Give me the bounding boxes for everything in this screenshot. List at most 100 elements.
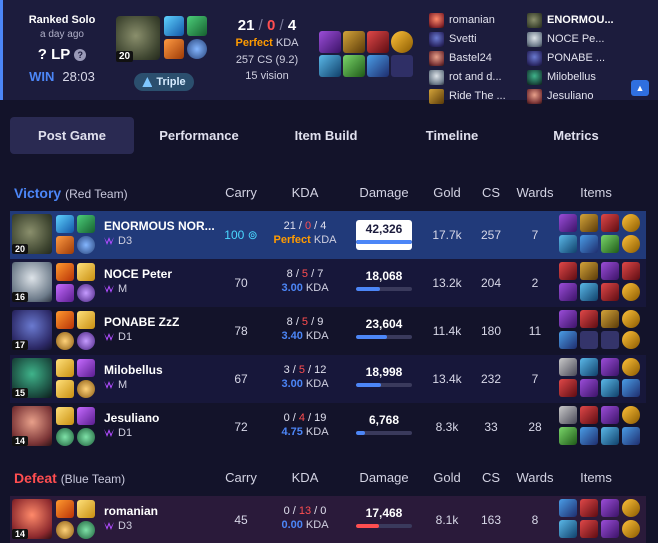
item-icon[interactable] xyxy=(559,214,577,232)
roster-player[interactable]: Svetti xyxy=(429,31,521,47)
item-icon[interactable] xyxy=(580,499,598,517)
rune-icon[interactable] xyxy=(77,236,95,254)
item-icon[interactable] xyxy=(622,331,640,349)
item-icon[interactable] xyxy=(580,310,598,328)
tab-metrics[interactable]: Metrics xyxy=(516,117,636,154)
summoner-spell-icon[interactable] xyxy=(56,332,74,350)
item-icon[interactable] xyxy=(580,379,598,397)
tab-item-build[interactable]: Item Build xyxy=(264,117,388,154)
rune-icon[interactable] xyxy=(77,500,95,518)
roster-player[interactable]: PONABE ... xyxy=(527,50,627,66)
summoner-spell-icon[interactable] xyxy=(56,215,74,233)
item-icon[interactable] xyxy=(601,262,619,280)
col-wards[interactable]: Wards xyxy=(516,185,553,200)
item-icon[interactable] xyxy=(601,499,619,517)
item-icon[interactable] xyxy=(622,235,640,253)
player-name[interactable]: romanian xyxy=(104,504,216,518)
item-icon[interactable] xyxy=(559,331,577,349)
summoner-spell-icon[interactable] xyxy=(56,284,74,302)
item-icon[interactable] xyxy=(559,499,577,517)
clover-rune-icon[interactable] xyxy=(187,16,207,36)
item-icon[interactable] xyxy=(622,499,640,517)
player-name[interactable]: Milobellus xyxy=(104,363,216,377)
item-icon[interactable] xyxy=(559,379,577,397)
summoner-spell-icon[interactable] xyxy=(56,380,74,398)
item-icon[interactable] xyxy=(622,427,640,445)
col-cs[interactable]: CS xyxy=(482,185,500,200)
player-name[interactable]: PONABE ZzZ xyxy=(104,315,216,329)
player-name[interactable]: NOCE Peter xyxy=(104,267,216,281)
smite-spell-icon[interactable] xyxy=(164,39,184,59)
item-icon[interactable] xyxy=(580,283,598,301)
item-icon[interactable] xyxy=(601,310,619,328)
item-icon[interactable] xyxy=(601,406,619,424)
item-icon[interactable] xyxy=(601,379,619,397)
item-icon[interactable] xyxy=(601,358,619,376)
rune-icon[interactable] xyxy=(77,263,95,281)
rune-icon[interactable] xyxy=(77,284,95,302)
item-icon[interactable] xyxy=(622,520,640,538)
player-row[interactable]: 20 ENORMOUS NOR... D3 100 ⊚ 21 / 0 / 4 P… xyxy=(10,211,646,259)
summoner-spell-icon[interactable] xyxy=(56,428,74,446)
rune-icon[interactable] xyxy=(77,311,95,329)
item-icon[interactable] xyxy=(343,55,365,77)
player-name[interactable]: ENORMOUS NOR... xyxy=(104,219,216,233)
col-carry[interactable]: Carry xyxy=(225,470,257,485)
roster-player[interactable]: Ride The ... xyxy=(429,88,521,104)
rune-icon[interactable] xyxy=(77,407,95,425)
roster-player[interactable]: romanian xyxy=(429,12,521,28)
item-icon[interactable] xyxy=(559,283,577,301)
roster-player[interactable]: rot and d... xyxy=(429,69,521,85)
item-icon[interactable] xyxy=(580,427,598,445)
item-icon[interactable] xyxy=(622,358,640,376)
roster-player[interactable]: Jesuliano xyxy=(527,88,627,104)
item-icon[interactable] xyxy=(580,262,598,280)
item-icon[interactable] xyxy=(559,520,577,538)
col-cs[interactable]: CS xyxy=(482,470,500,485)
summoner-spell-icon[interactable] xyxy=(56,311,74,329)
roster-player[interactable]: Bastel24 xyxy=(429,50,521,66)
trinket-icon[interactable] xyxy=(391,31,413,53)
item-icon[interactable] xyxy=(580,406,598,424)
item-icon[interactable] xyxy=(601,283,619,301)
tab-post-game[interactable]: Post Game xyxy=(10,116,134,154)
tab-timeline[interactable]: Timeline xyxy=(388,117,516,154)
item-icon[interactable] xyxy=(343,31,365,53)
col-kda[interactable]: KDA xyxy=(292,470,319,485)
tab-performance[interactable]: Performance xyxy=(134,117,264,154)
summoner-spell-icon[interactable] xyxy=(56,263,74,281)
player-name[interactable]: Jesuliano xyxy=(104,411,216,425)
rune-icon[interactable] xyxy=(77,380,95,398)
item-icon[interactable] xyxy=(580,214,598,232)
rune-icon[interactable] xyxy=(77,428,95,446)
item-icon[interactable] xyxy=(559,310,577,328)
col-gold[interactable]: Gold xyxy=(433,185,460,200)
col-gold[interactable]: Gold xyxy=(433,470,460,485)
help-icon[interactable]: ? xyxy=(74,48,87,61)
item-icon[interactable] xyxy=(601,214,619,232)
item-icon[interactable] xyxy=(622,214,640,232)
summoner-spell-icon[interactable] xyxy=(56,359,74,377)
item-icon[interactable] xyxy=(559,427,577,445)
summoner-spell-icon[interactable] xyxy=(56,407,74,425)
item-icon[interactable] xyxy=(559,358,577,376)
chevron-up-icon[interactable]: ▲ xyxy=(631,80,649,96)
player-row[interactable]: 15 Milobellus M 67 3 / 5 / 12 3.00 KDA 1… xyxy=(10,355,646,403)
item-icon[interactable] xyxy=(580,235,598,253)
col-wards[interactable]: Wards xyxy=(516,470,553,485)
item-icon[interactable] xyxy=(622,262,640,280)
rune-icon[interactable] xyxy=(77,359,95,377)
item-icon[interactable] xyxy=(601,235,619,253)
roster-player[interactable]: Milobellus xyxy=(527,69,627,85)
item-icon[interactable] xyxy=(580,520,598,538)
roster-player[interactable]: NOCE Pe... xyxy=(527,31,627,47)
player-row[interactable]: 14 Jesuliano D1 72 0 / 4 / 19 4.75 KDA 6… xyxy=(10,403,646,451)
item-icon[interactable] xyxy=(622,283,640,301)
col-carry[interactable]: Carry xyxy=(225,185,257,200)
item-icon[interactable] xyxy=(367,55,389,77)
ghost-spell-icon[interactable] xyxy=(164,16,184,36)
col-kda[interactable]: KDA xyxy=(292,185,319,200)
player-row[interactable]: 17 PONABE ZzZ D1 78 8 / 5 / 9 3.40 KDA 2… xyxy=(10,307,646,355)
item-icon[interactable] xyxy=(580,358,598,376)
summoner-spell-icon[interactable] xyxy=(56,500,74,518)
